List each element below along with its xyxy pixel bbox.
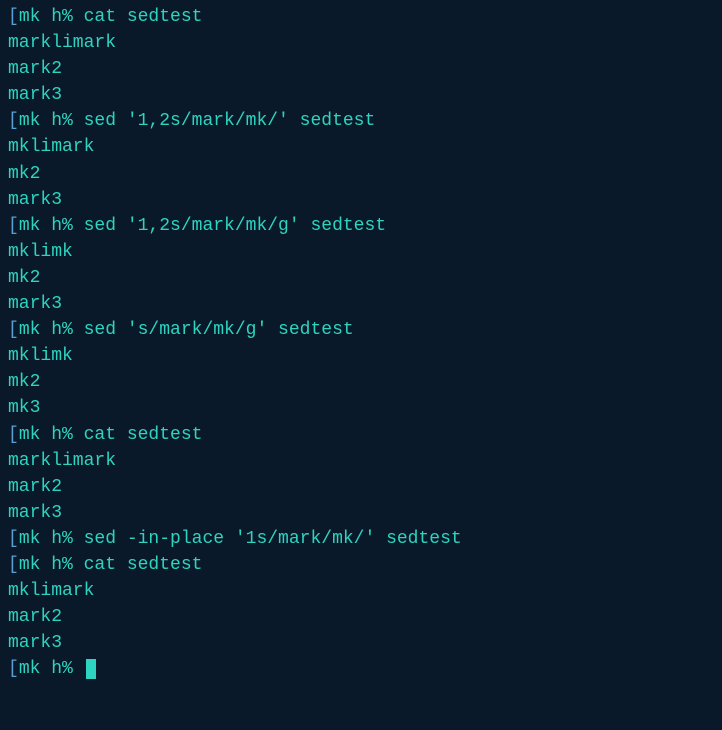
terminal-line: [mk h% sed 's/mark/mk/g' sedtest <box>8 317 714 343</box>
command-text: cat sedtest <box>84 555 203 575</box>
terminal-line: mklimark <box>8 134 714 160</box>
output-text: marklimark <box>8 451 116 471</box>
terminal-line: mark2 <box>8 56 714 82</box>
output-text: mk2 <box>8 268 40 288</box>
terminal-line: mklimk <box>8 239 714 265</box>
shell-prompt: mk h% <box>19 425 84 445</box>
terminal-line: mk2 <box>8 161 714 187</box>
cursor-block <box>86 659 96 679</box>
terminal-line: mark3 <box>8 291 714 317</box>
terminal-line: [mk h% <box>8 656 714 682</box>
prompt-bracket: [ <box>8 216 19 236</box>
terminal-line: [mk h% sed '1,2s/mark/mk/g' sedtest <box>8 213 714 239</box>
terminal-line: [mk h% cat sedtest <box>8 552 714 578</box>
terminal-line: mark3 <box>8 630 714 656</box>
shell-prompt: mk h% <box>19 216 84 236</box>
prompt-bracket: [ <box>8 555 19 575</box>
output-text: mark3 <box>8 503 62 523</box>
prompt-bracket: [ <box>8 425 19 445</box>
output-text: mark3 <box>8 633 62 653</box>
terminal-output[interactable]: [mk h% cat sedtestmarklimarkmark2mark3[m… <box>8 4 714 682</box>
output-text: mk3 <box>8 398 40 418</box>
terminal-line: [mk h% sed '1,2s/mark/mk/' sedtest <box>8 108 714 134</box>
command-text: sed '1,2s/mark/mk/g' sedtest <box>84 216 386 236</box>
output-text: mklimark <box>8 137 94 157</box>
output-text: marklimark <box>8 33 116 53</box>
terminal-line: marklimark <box>8 448 714 474</box>
prompt-bracket: [ <box>8 659 19 679</box>
prompt-bracket: [ <box>8 529 19 549</box>
terminal-line: [mk h% cat sedtest <box>8 422 714 448</box>
terminal-line: mark3 <box>8 82 714 108</box>
output-text: mark3 <box>8 294 62 314</box>
shell-prompt: mk h% <box>19 111 84 131</box>
prompt-bracket: [ <box>8 320 19 340</box>
command-text: sed -in-place '1s/mark/mk/' sedtest <box>84 529 462 549</box>
terminal-line: mk3 <box>8 395 714 421</box>
prompt-bracket: [ <box>8 111 19 131</box>
terminal-line: mk2 <box>8 265 714 291</box>
terminal-line: mklimk <box>8 343 714 369</box>
terminal-line: mark3 <box>8 187 714 213</box>
terminal-line: mark2 <box>8 604 714 630</box>
shell-prompt: mk h% <box>19 659 84 679</box>
output-text: mk2 <box>8 372 40 392</box>
command-text: sed '1,2s/mark/mk/' sedtest <box>84 111 376 131</box>
output-text: mklimk <box>8 242 73 262</box>
terminal-line: [mk h% sed -in-place '1s/mark/mk/' sedte… <box>8 526 714 552</box>
shell-prompt: mk h% <box>19 529 84 549</box>
output-text: mark2 <box>8 477 62 497</box>
command-text: cat sedtest <box>84 425 203 445</box>
shell-prompt: mk h% <box>19 320 84 340</box>
output-text: mark3 <box>8 85 62 105</box>
output-text: mklimk <box>8 346 73 366</box>
command-text: sed 's/mark/mk/g' sedtest <box>84 320 354 340</box>
output-text: mark3 <box>8 190 62 210</box>
output-text: mark2 <box>8 59 62 79</box>
terminal-line: marklimark <box>8 30 714 56</box>
terminal-line: mk2 <box>8 369 714 395</box>
command-text: cat sedtest <box>84 7 203 27</box>
terminal-line: [mk h% cat sedtest <box>8 4 714 30</box>
output-text: mklimark <box>8 581 94 601</box>
terminal-line: mark2 <box>8 474 714 500</box>
shell-prompt: mk h% <box>19 555 84 575</box>
terminal-line: mark3 <box>8 500 714 526</box>
shell-prompt: mk h% <box>19 7 84 27</box>
terminal-line: mklimark <box>8 578 714 604</box>
output-text: mark2 <box>8 607 62 627</box>
output-text: mk2 <box>8 164 40 184</box>
prompt-bracket: [ <box>8 7 19 27</box>
